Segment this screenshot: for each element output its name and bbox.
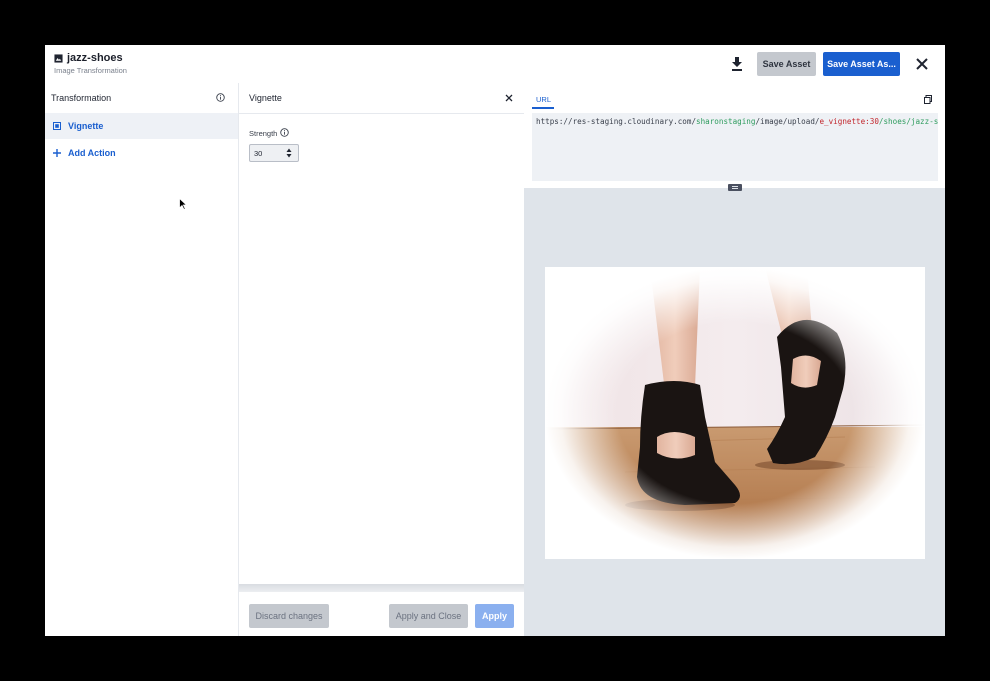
close-icon[interactable] <box>915 57 929 71</box>
save-asset-as-button[interactable]: Save Asset As... <box>823 52 900 76</box>
url-base: https://res-staging.cloudinary.com/ <box>536 117 697 126</box>
add-action-button[interactable]: Add Action <box>45 141 238 165</box>
resize-handle[interactable] <box>728 184 742 191</box>
url-path: /image/upload/ <box>755 117 820 126</box>
url-section: URL https://res-staging.cloudinary.com/s… <box>524 83 945 188</box>
image-transformation-dialog: jazz-shoes Image Transformation Save Ass… <box>45 45 945 636</box>
url-cloud-name: sharonstaging <box>696 117 756 126</box>
preview-panel: URL https://res-staging.cloudinary.com/s… <box>524 83 945 636</box>
plus-icon <box>53 149 61 157</box>
vignette-action-icon <box>53 122 61 130</box>
asset-subtitle: Image Transformation <box>54 66 127 75</box>
preview-image <box>545 267 925 559</box>
info-icon[interactable] <box>216 93 225 102</box>
close-icon[interactable] <box>505 94 513 102</box>
add-action-label: Add Action <box>68 148 116 158</box>
asset-title: jazz-shoes <box>67 52 123 64</box>
info-icon[interactable] <box>280 128 289 137</box>
url-box[interactable]: https://res-staging.cloudinary.com/sharo… <box>532 113 938 181</box>
url-transformation: e_vignette:30 <box>819 117 879 126</box>
apply-button[interactable]: Apply <box>475 604 514 628</box>
url-asset-id: shoes/jazz-sho <box>883 117 938 126</box>
image-icon <box>54 54 63 63</box>
action-item-vignette[interactable]: Vignette <box>45 113 238 139</box>
strength-label: Strength <box>249 129 278 138</box>
download-icon[interactable] <box>731 57 743 71</box>
strength-value: 30 <box>254 149 263 158</box>
mouse-cursor-icon <box>179 198 187 210</box>
transformation-heading: Transformation <box>51 93 112 103</box>
strength-input[interactable]: 30 <box>249 144 299 162</box>
transformation-url[interactable]: https://res-staging.cloudinary.com/sharo… <box>536 117 938 126</box>
footer-divider <box>239 584 524 592</box>
transformation-panel: Transformation Vignette Add Action <box>45 83 239 636</box>
tab-url-label: URL <box>536 95 552 104</box>
stepper-icon[interactable] <box>286 148 292 158</box>
dialog-header: jazz-shoes Image Transformation Save Ass… <box>45 45 945 83</box>
apply-and-close-button[interactable]: Apply and Close <box>389 604 468 628</box>
discard-changes-button[interactable]: Discard changes <box>249 604 329 628</box>
action-item-label: Vignette <box>68 121 104 131</box>
settings-heading: Vignette <box>249 93 282 103</box>
divider <box>239 113 524 114</box>
copy-icon[interactable] <box>924 95 932 104</box>
save-asset-button[interactable]: Save Asset <box>757 52 816 76</box>
tab-url[interactable]: URL <box>532 93 554 109</box>
action-settings-panel: Vignette Strength 30 Discard changes App… <box>239 83 524 636</box>
